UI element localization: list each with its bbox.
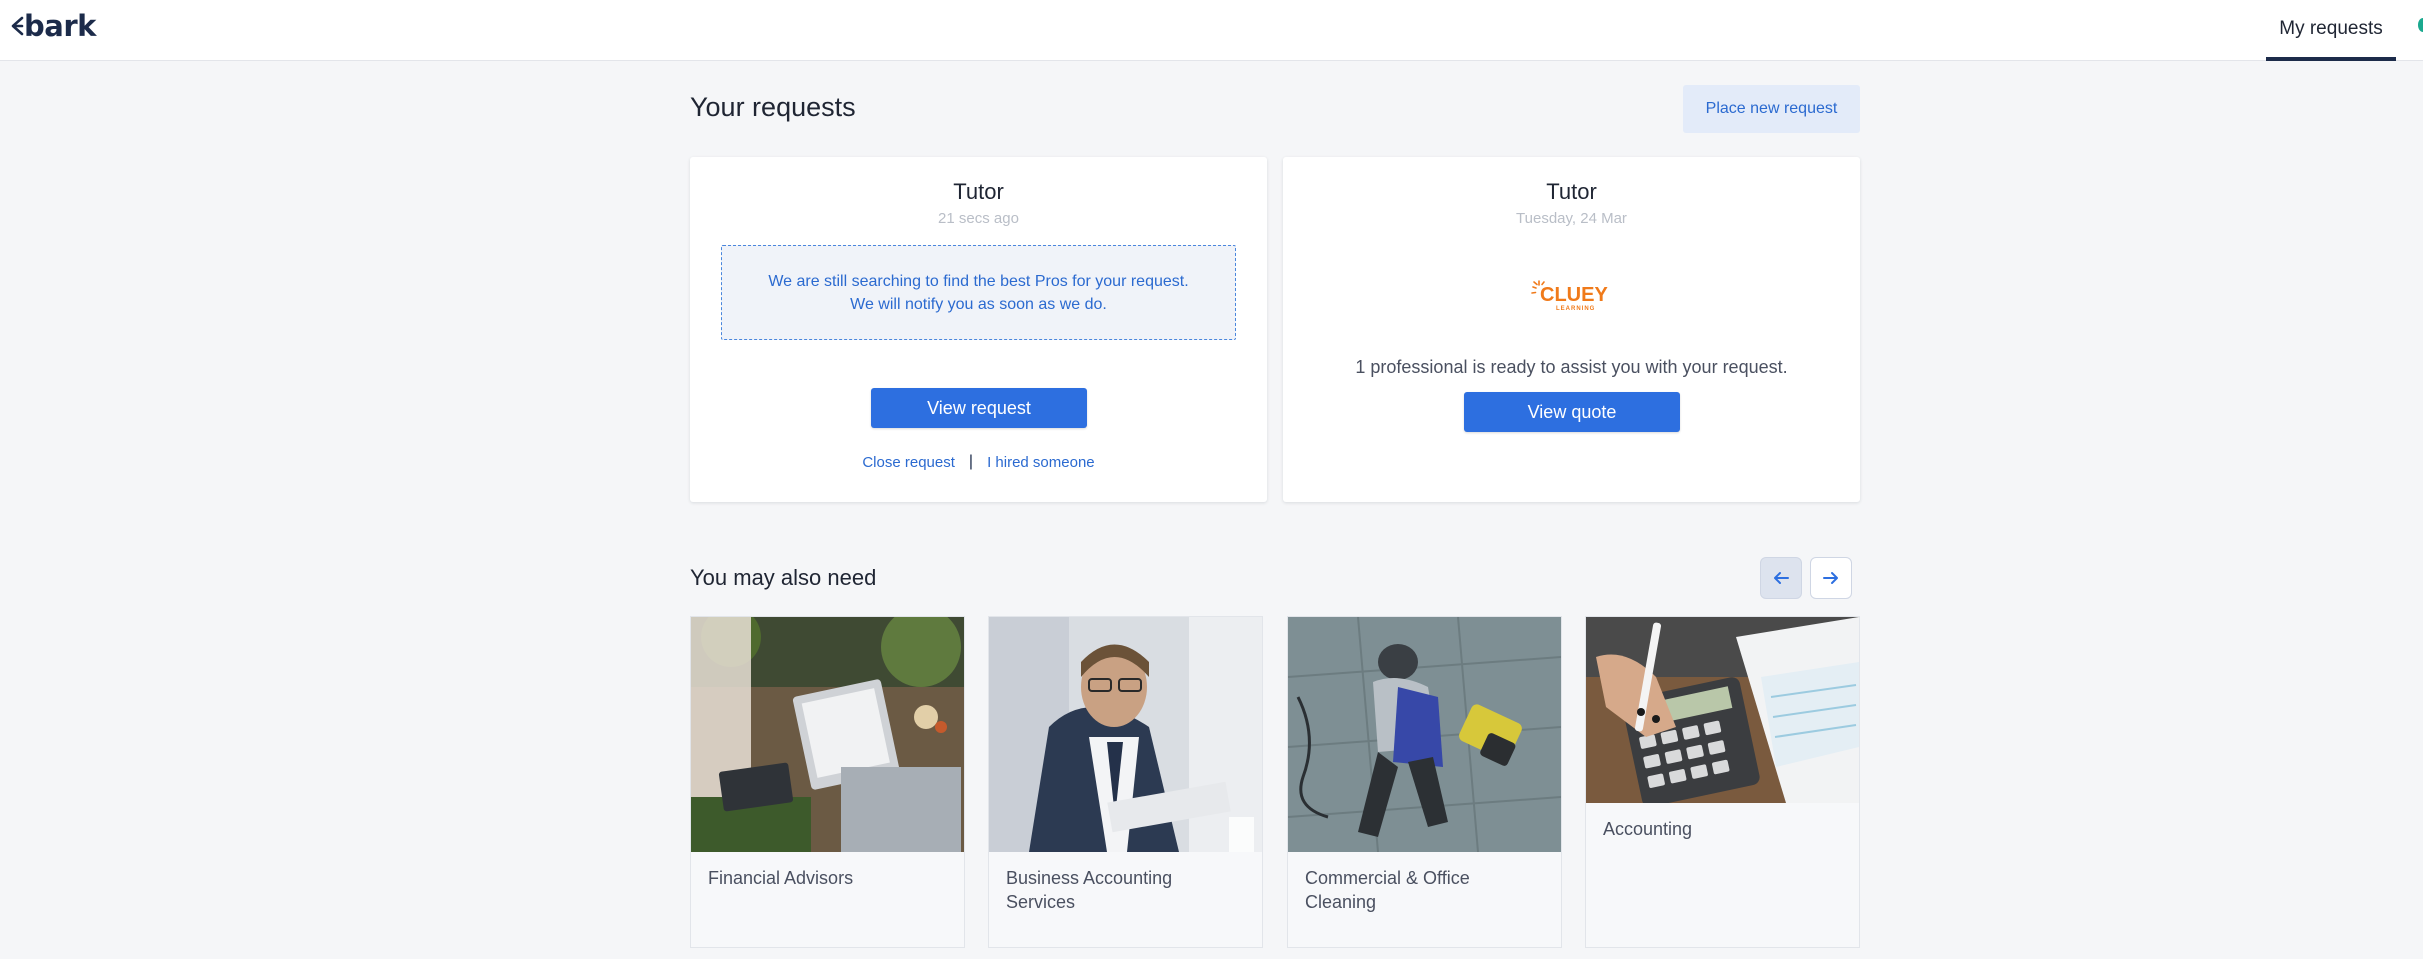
cluey-learning-logo[interactable]: CLUEY LEARNING: [1530, 275, 1614, 315]
arrow-left-icon: [1774, 572, 1789, 584]
place-new-request-button[interactable]: Place new request: [1683, 85, 1860, 133]
section-title: You may also need: [690, 565, 877, 590]
bark-logo[interactable]: bark: [10, 9, 96, 43]
search-notice: We are still searching to find the best …: [721, 245, 1236, 340]
request-time: Tuesday, 24 Mar: [1516, 210, 1627, 227]
bark-logo-mark-icon: [11, 16, 24, 36]
close-request-link[interactable]: Close request: [862, 454, 955, 471]
service-image: [691, 617, 964, 852]
logo-text: bark: [24, 9, 96, 43]
service-card-financial-advisors[interactable]: Financial Advisors: [690, 616, 965, 948]
request-title: Tutor: [953, 179, 1004, 204]
svg-text:CLUEY: CLUEY: [1540, 284, 1608, 306]
view-request-button[interactable]: View request: [871, 388, 1087, 428]
carousel-next-button[interactable]: [1810, 557, 1852, 599]
top-header: bark My requests: [0, 0, 2423, 61]
view-quote-button[interactable]: View quote: [1464, 392, 1680, 432]
nav-my-requests[interactable]: My requests: [2266, 0, 2396, 61]
request-time: 21 secs ago: [938, 210, 1019, 227]
service-image: [1586, 617, 1859, 803]
svg-text:LEARNING: LEARNING: [1556, 306, 1595, 312]
notice-line: We will notify you as soon as we do.: [850, 295, 1107, 313]
service-image: [989, 617, 1262, 852]
service-card-business-accounting[interactable]: Business Accounting Services: [988, 616, 1263, 948]
carousel-prev-button[interactable]: [1760, 557, 1802, 599]
ready-text: 1 professional is ready to assist you wi…: [1355, 357, 1788, 377]
request-card: Tutor 21 secs ago We are still searching…: [690, 157, 1267, 502]
arrow-right-icon: [1823, 572, 1838, 584]
request-card: Tutor Tuesday, 24 Mar CLUEY LEARNING 1 p…: [1283, 157, 1860, 502]
avatar[interactable]: [2418, 18, 2423, 32]
page-title: Your requests: [690, 92, 856, 122]
service-label: Accounting: [1603, 819, 1693, 839]
hired-someone-link[interactable]: I hired someone: [987, 454, 1095, 471]
service-image: [1288, 617, 1561, 852]
request-actions: Close request | I hired someone: [690, 453, 1267, 471]
service-label: Commercial & Office Cleaning: [1305, 868, 1470, 912]
notice-line: We are still searching to find the best …: [768, 272, 1189, 290]
service-card-accounting[interactable]: Accounting: [1585, 616, 1860, 948]
link-separator: |: [968, 453, 974, 470]
service-card-commercial-cleaning[interactable]: Commercial & Office Cleaning: [1287, 616, 1562, 948]
service-label: Business Accounting Services: [1006, 868, 1173, 912]
service-label: Financial Advisors: [708, 868, 854, 888]
request-title: Tutor: [1546, 179, 1597, 204]
